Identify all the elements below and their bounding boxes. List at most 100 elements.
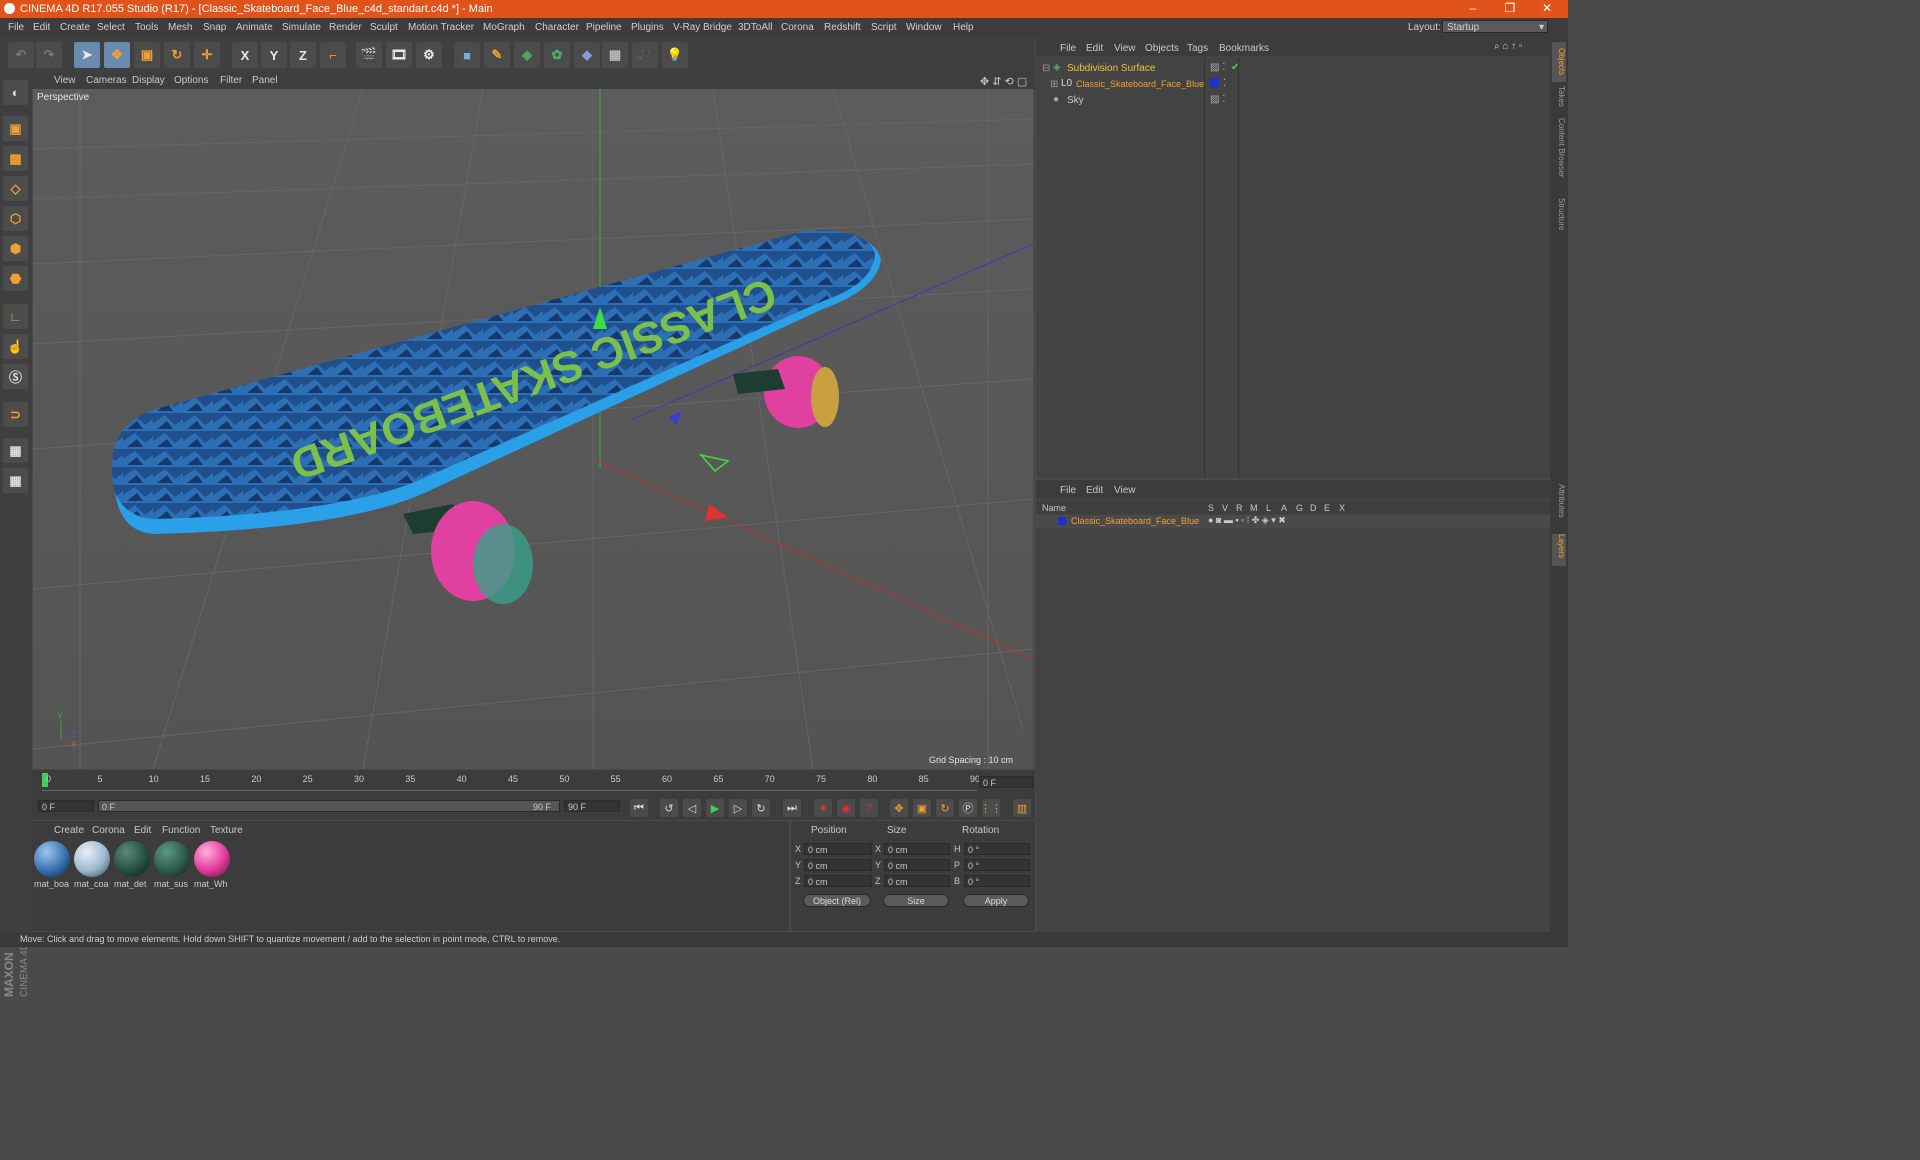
key-rotation-icon[interactable]: ↻ [936,799,954,817]
visibility-toggle-icon[interactable]: ▨ ⁚ [1210,62,1225,73]
menu-tools[interactable]: Tools [135,22,158,33]
menu-redshift[interactable]: Redshift [824,22,861,33]
go-to-start-icon[interactable]: ⏮ [630,799,648,817]
step-back-icon[interactable]: ◁ [683,799,701,817]
redo-icon[interactable]: ↷ [36,42,62,68]
tab-structure[interactable]: Structure [1552,198,1566,240]
menu-edit[interactable]: Edit [33,22,50,33]
auto-keyframe-icon[interactable]: ◉ [837,799,855,817]
viewport-menu-view[interactable]: View [54,75,76,86]
obj-menu-tags[interactable]: Tags [1187,43,1208,54]
workplane-lock-icon[interactable]: ▦ [3,438,28,463]
move-tool-icon[interactable]: ✥ [104,42,130,68]
key-scale-icon[interactable]: ▣ [913,799,931,817]
material-swatch[interactable] [194,841,230,877]
tree-item-subdivision-surface[interactable]: ⊟ ◈ Subdivision Surface [1042,62,1202,76]
menu-character[interactable]: Character [535,22,579,33]
layer-menu-view[interactable]: View [1114,485,1136,496]
minimize-button[interactable]: – [1458,1,1488,15]
points-mode-icon[interactable]: ⬡ [3,206,28,231]
menu-create[interactable]: Create [60,22,90,33]
coord-mode-dropdown[interactable]: Object (Rel) [803,894,871,907]
light-bulb-icon[interactable]: 💡 [662,42,688,68]
tab-takes[interactable]: Takes [1552,86,1566,112]
menu-motion-tracker[interactable]: Motion Tracker [408,22,474,33]
render-settings-icon[interactable]: ⚙ [416,42,442,68]
menu-animate[interactable]: Animate [236,22,273,33]
obj-menu-edit[interactable]: Edit [1086,43,1103,54]
magnet-icon[interactable]: ⊃ [3,402,28,427]
viewport-menu-panel[interactable]: Panel [252,75,278,86]
menu-3dtoall[interactable]: 3DToAll [738,22,772,33]
polygons-mode-icon[interactable]: ⬣ [3,266,28,291]
end-frame-field[interactable]: 90 F [564,800,620,812]
undo-icon[interactable]: ↶ [8,42,34,68]
size-z-field[interactable]: 0 cm [884,875,950,887]
y-axis-lock-button[interactable]: Y [261,42,287,68]
key-parameter-icon[interactable]: Ⓟ [959,799,977,817]
axis-mode-icon[interactable]: ∟ [3,304,28,329]
viewport-menu-options[interactable]: Options [174,75,208,86]
layer-color-swatch[interactable] [1210,78,1219,87]
tweak-mode-icon[interactable]: ☝ [3,334,28,359]
search-icon[interactable]: ⌕ ⌂ ↑ ▫ [1494,41,1523,52]
cube-primitive-icon[interactable]: ■ [454,42,480,68]
size-mode-dropdown[interactable]: Size [883,894,949,907]
spline-pen-icon[interactable]: ✎ [484,42,510,68]
menu-render[interactable]: Render [329,22,362,33]
mat-menu-edit[interactable]: Edit [134,825,151,836]
viewport-menu-display[interactable]: Display [132,75,165,86]
key-pla-icon[interactable]: ⋮⋮ [980,799,1002,817]
menu-pipeline[interactable]: Pipeline [586,22,622,33]
start-frame-field[interactable]: 0 F [38,800,94,812]
render-view-icon[interactable]: 🎬 [356,42,382,68]
repeat-icon[interactable]: ↻ [752,799,770,817]
menu-script[interactable]: Script [871,22,897,33]
3d-viewport[interactable]: CLASSIC SKATEBOARD Y Z X Perspective Gri… [33,89,1033,769]
select-arrow-icon[interactable]: ➤ [74,42,100,68]
layout-dropdown[interactable]: Startup ▾ [1442,20,1548,33]
menu-plugins[interactable]: Plugins [631,22,664,33]
tree-item-sky[interactable]: ● Sky [1050,94,1210,108]
tab-content-browser[interactable]: Content Browser [1552,118,1566,192]
key-position-icon[interactable]: ✥ [890,799,908,817]
viewport-menu-cameras[interactable]: Cameras [86,75,127,86]
material-swatch[interactable] [74,841,110,877]
material-swatch[interactable] [34,841,70,877]
camera-icon[interactable]: 🎥 [632,42,658,68]
expand-icon[interactable]: ⊞ [1050,79,1058,90]
menu-simulate[interactable]: Simulate [282,22,321,33]
step-forward-icon[interactable]: ▷ [729,799,747,817]
loop-icon[interactable]: ↺ [660,799,678,817]
menu-corona[interactable]: Corona [781,22,814,33]
rot-p-field[interactable]: 0 ° [964,859,1030,871]
size-x-field[interactable]: 0 cm [884,843,950,855]
keyframe-selection-icon[interactable]: ? [860,799,878,817]
texture-mode-icon[interactable]: ▩ [3,146,28,171]
pos-z-field[interactable]: 0 cm [804,875,872,887]
tab-attributes[interactable]: Attributes [1552,484,1566,530]
x-axis-lock-button[interactable]: X [232,42,258,68]
visibility-toggle-icon[interactable]: ▨ ⁚ [1210,94,1225,105]
range-slider[interactable]: 0 F 90 F [98,800,560,812]
mat-menu-texture[interactable]: Texture [210,825,243,836]
mat-menu-function[interactable]: Function [162,825,200,836]
mat-menu-corona[interactable]: Corona [92,825,125,836]
menu-mesh[interactable]: Mesh [168,22,192,33]
go-to-end-icon[interactable]: ⏭ [783,799,801,817]
mograph-cloner-icon[interactable]: ✿ [544,42,570,68]
make-editable-icon[interactable]: ◐ [3,80,28,105]
edges-mode-icon[interactable]: ⬢ [3,236,28,261]
menu-sculpt[interactable]: Sculpt [370,22,398,33]
obj-menu-view[interactable]: View [1114,43,1136,54]
menu-window[interactable]: Window [906,22,942,33]
close-button[interactable]: ✕ [1532,1,1562,15]
workplane-grid-icon[interactable]: ▦ [3,468,28,493]
layer-color-swatch[interactable] [1058,517,1066,525]
viewport-nav-icons[interactable]: ✥ ⇵ ⟲ ▢ [980,75,1027,88]
visibility-dots-icon[interactable]: ⁚ [1223,78,1226,89]
timeline-window-icon[interactable]: ▥ [1013,799,1031,817]
material-swatch[interactable] [154,841,190,877]
viewport-menu-filter[interactable]: Filter [220,75,242,86]
size-y-field[interactable]: 0 cm [884,859,950,871]
